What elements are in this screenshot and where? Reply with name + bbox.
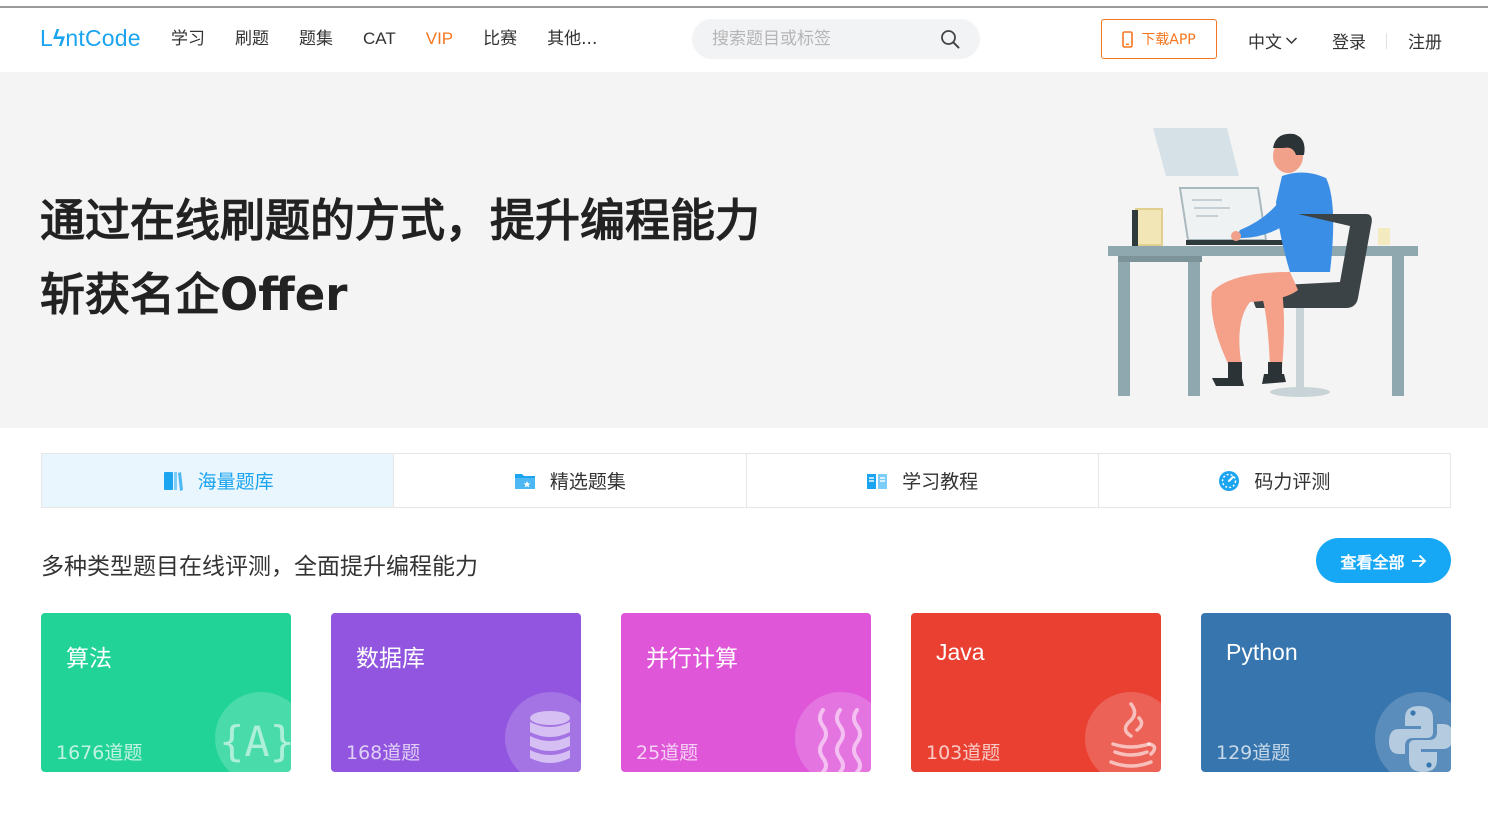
category-cards: 算法 1676道题 {A} 数据库 168道题 并行计算 25道题 Java 1… <box>41 613 1451 772</box>
tab-selected-sets-label: 精选题集 <box>549 471 626 493</box>
login-link[interactable]: 登录 <box>1332 28 1366 53</box>
nav-vip[interactable]: VIP <box>426 28 453 50</box>
nav-contest[interactable]: 比赛 <box>483 28 517 50</box>
language-selector[interactable]: 中文 <box>1248 28 1298 53</box>
speedometer-icon <box>1219 470 1240 491</box>
nav-practice[interactable]: 刷题 <box>235 28 269 50</box>
java-icon <box>1085 692 1161 772</box>
nav-learn[interactable]: 学习 <box>171 28 205 50</box>
card-database-count: 168道题 <box>346 742 421 764</box>
hero-line-1: 通过在线刷题的方式，提升编程能力 <box>40 194 761 247</box>
svg-text:{A}: {A} <box>219 717 291 766</box>
card-java[interactable]: Java 103道题 <box>911 613 1161 772</box>
card-algorithm[interactable]: 算法 1676道题 {A} <box>41 613 291 772</box>
arrow-right-icon <box>1411 554 1426 567</box>
hero-line-2: 斩获名企Offer <box>40 268 348 321</box>
tab-tutorials-label: 学习教程 <box>902 471 979 493</box>
book-icon <box>163 471 183 491</box>
card-parallel-computing-title: 并行计算 <box>646 646 738 672</box>
parallel-icon <box>795 692 871 772</box>
feature-tabs: 海量题库 精选题集 学习教程 码力评测 <box>41 453 1451 508</box>
card-java-count: 103道题 <box>926 742 1001 764</box>
card-algorithm-count: 1676道题 <box>56 742 143 764</box>
tab-problem-bank-label: 海量题库 <box>197 471 274 493</box>
search-icon[interactable] <box>940 29 960 49</box>
card-python-title: Python <box>1226 639 1298 665</box>
tab-coding-assessment-label: 码力评测 <box>1254 471 1331 493</box>
card-database[interactable]: 数据库 168道题 <box>331 613 581 772</box>
card-parallel-computing[interactable]: 并行计算 25道题 <box>621 613 871 772</box>
chevron-down-icon <box>1285 37 1298 45</box>
search-box <box>692 19 980 59</box>
nav-more[interactable]: 其他... <box>547 28 597 50</box>
programmer-illustration <box>1108 128 1418 397</box>
view-all-button[interactable]: 查看全部 <box>1316 538 1451 583</box>
logo-prefix: L <box>40 25 53 51</box>
hero-banner: 通过在线刷题的方式，提升编程能力 斩获名企Offer <box>0 72 1488 428</box>
lintcode-logo[interactable]: LϟntCode <box>40 25 141 52</box>
python-icon <box>1375 692 1451 772</box>
tab-tutorials[interactable]: 学习教程 <box>747 454 1099 507</box>
folder-icon <box>514 473 535 489</box>
logo-bolt-icon: ϟ <box>53 25 66 51</box>
section-title: 多种类型题目在线评测，全面提升编程能力 <box>41 554 478 580</box>
card-parallel-computing-count: 25道题 <box>636 742 699 764</box>
search-input[interactable] <box>712 19 932 59</box>
hero-title: 通过在线刷题的方式，提升编程能力 斩获名企Offer <box>40 184 760 332</box>
download-app-button[interactable]: 下载APP <box>1101 19 1217 59</box>
language-label: 中文 <box>1248 33 1282 53</box>
nav-problem-sets[interactable]: 题集 <box>299 28 333 50</box>
database-icon <box>505 692 581 772</box>
nav-cat[interactable]: CAT <box>363 28 396 50</box>
tab-problem-bank[interactable]: 海量题库 <box>42 454 395 507</box>
card-python[interactable]: Python 129道题 <box>1201 613 1451 772</box>
header-divider <box>1386 33 1387 49</box>
card-algorithm-title: 算法 <box>66 646 112 672</box>
logo-suffix: ntCode <box>65 25 141 51</box>
tab-selected-sets[interactable]: 精选题集 <box>394 454 747 507</box>
card-java-title: Java <box>936 639 985 665</box>
register-link[interactable]: 注册 <box>1408 28 1442 53</box>
tab-coding-assessment[interactable]: 码力评测 <box>1099 454 1450 507</box>
download-app-label: 下载APP <box>1141 32 1196 48</box>
main-nav: 学习 刷题 题集 CAT VIP 比赛 其他... <box>171 28 627 50</box>
open-book-icon <box>867 473 888 489</box>
phone-icon <box>1122 30 1134 48</box>
view-all-label: 查看全部 <box>1340 552 1405 572</box>
top-navbar: LϟntCode 学习 刷题 题集 CAT VIP 比赛 其他... 下载APP… <box>0 8 1488 72</box>
card-database-title: 数据库 <box>356 646 425 672</box>
algorithm-icon: {A} <box>215 692 291 772</box>
card-python-count: 129道题 <box>1216 742 1291 764</box>
